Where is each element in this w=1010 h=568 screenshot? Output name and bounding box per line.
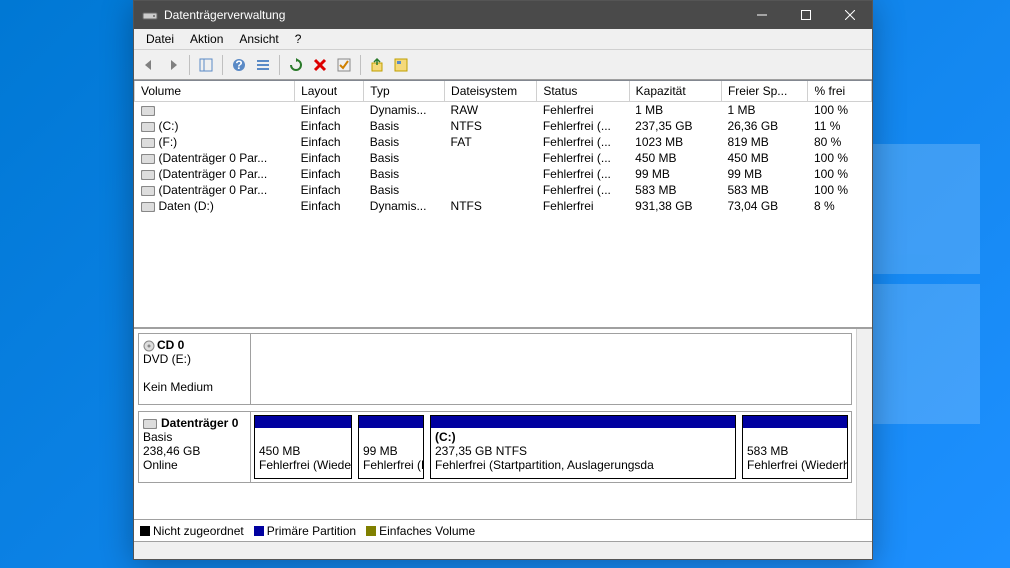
menu-help[interactable]: ? [287,30,310,48]
column-header[interactable]: Kapazität [629,81,721,102]
menubar: Datei Aktion Ansicht ? [134,29,872,50]
menu-view[interactable]: Ansicht [231,30,286,48]
volume-icon [141,154,155,164]
disk0-row[interactable]: Datenträger 0 Basis 238,46 GB Online 450… [138,411,852,483]
graphical-view[interactable]: CD 0 DVD (E:) Kein Medium Datenträger 0 … [134,329,872,519]
properties-button[interactable] [390,54,412,76]
statusbar [134,541,872,559]
partition[interactable]: 99 MBFehlerfrei (EF [358,415,424,479]
disk0-size: 238,46 GB [143,444,246,458]
forward-button[interactable] [162,54,184,76]
column-header[interactable]: Layout [295,81,364,102]
titlebar[interactable]: Datenträgerverwaltung [134,1,872,29]
table-row[interactable]: Daten (D:)EinfachDynamis...NTFSFehlerfre… [135,198,872,214]
volume-icon [141,202,155,212]
app-icon [142,7,158,23]
legend-swatch-primary [254,526,264,536]
window-title: Datenträgerverwaltung [164,8,740,22]
volume-icon [141,170,155,180]
cd-title: CD 0 [157,338,184,352]
table-row[interactable]: EinfachDynamis...RAWFehlerfrei1 MB1 MB10… [135,102,872,119]
disk0-status: Online [143,458,246,472]
table-row[interactable]: (Datenträger 0 Par...EinfachBasisFehlerf… [135,166,872,182]
volume-icon [141,186,155,196]
delete-button[interactable] [309,54,331,76]
table-row[interactable]: (F:)EinfachBasisFATFehlerfrei (...1023 M… [135,134,872,150]
legend-label-simple: Einfaches Volume [379,524,475,538]
volume-icon [141,138,155,148]
column-header[interactable]: Status [537,81,629,102]
column-header[interactable]: Dateisystem [445,81,537,102]
cd-drive-row[interactable]: CD 0 DVD (E:) Kein Medium [138,333,852,405]
column-header[interactable]: Typ [364,81,445,102]
close-button[interactable] [828,1,872,29]
partition[interactable]: (C:)237,35 GB NTFSFehlerfrei (Startparti… [430,415,736,479]
volume-table[interactable]: VolumeLayoutTypDateisystemStatusKapazitä… [134,81,872,329]
column-header[interactable]: Freier Sp... [721,81,808,102]
disk0-type: Basis [143,430,246,444]
legend-label-primary: Primäre Partition [267,524,356,538]
disk-management-window: Datenträgerverwaltung Datei Aktion Ansic… [133,0,873,560]
legend-swatch-unallocated [140,526,150,536]
column-header[interactable]: Volume [135,81,295,102]
minimize-button[interactable] [740,1,784,29]
cd-sub: DVD (E:) [143,352,246,366]
column-header[interactable]: % frei [808,81,872,102]
menu-file[interactable]: Datei [138,30,182,48]
table-row[interactable]: (Datenträger 0 Par...EinfachBasisFehlerf… [135,182,872,198]
partition[interactable]: 583 MBFehlerfrei (Wiederhe [742,415,848,479]
volume-icon [141,122,155,132]
menu-action[interactable]: Aktion [182,30,231,48]
legend-swatch-simple [366,526,376,536]
disk-icon [143,419,157,429]
settings-list-button[interactable] [252,54,274,76]
cd-status: Kein Medium [143,380,246,394]
legend: Nicht zugeordnet Primäre Partition Einfa… [134,519,872,541]
scrollbar[interactable] [856,329,872,519]
back-button[interactable] [138,54,160,76]
refresh-button[interactable] [285,54,307,76]
volume-icon [141,106,155,116]
svg-text:?: ? [235,58,242,72]
disk0-title: Datenträger 0 [161,416,238,430]
show-hide-tree-button[interactable] [195,54,217,76]
properties-check-button[interactable] [333,54,355,76]
export-button[interactable] [366,54,388,76]
content-area: VolumeLayoutTypDateisystemStatusKapazitä… [134,80,872,559]
table-row[interactable]: (C:)EinfachBasisNTFSFehlerfrei (...237,3… [135,118,872,134]
partition[interactable]: 450 MBFehlerfrei (Wiederh [254,415,352,479]
toolbar: ? [134,50,872,80]
help-button[interactable]: ? [228,54,250,76]
legend-label-unallocated: Nicht zugeordnet [153,524,244,538]
maximize-button[interactable] [784,1,828,29]
table-row[interactable]: (Datenträger 0 Par...EinfachBasisFehlerf… [135,150,872,166]
